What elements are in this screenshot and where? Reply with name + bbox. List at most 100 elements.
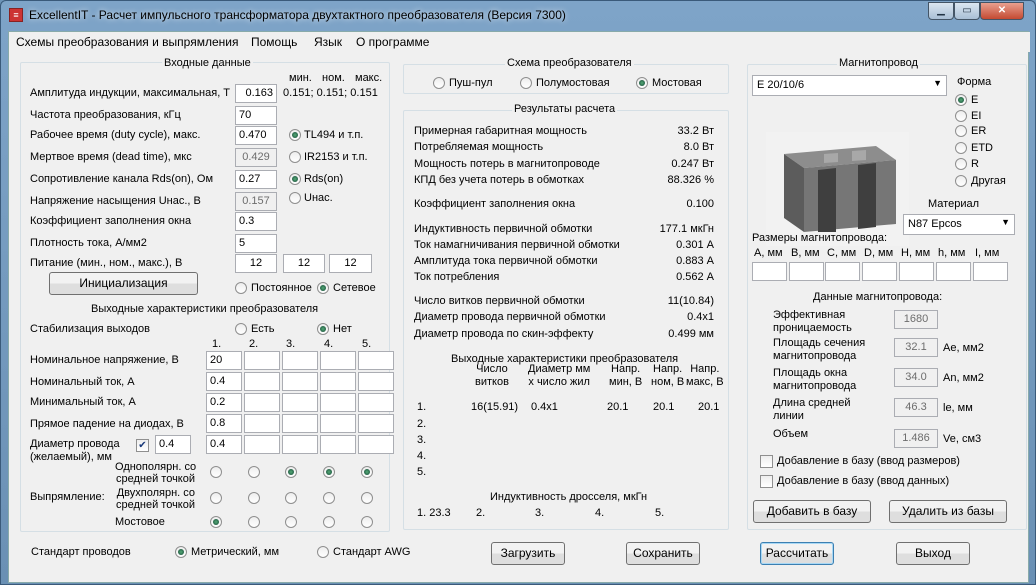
- core-select[interactable]: E 20/10/6 ▼: [752, 75, 947, 96]
- dim-field[interactable]: [862, 262, 897, 281]
- output-min-current-3-field[interactable]: [282, 393, 318, 412]
- output-diode-5-field[interactable]: [358, 414, 394, 433]
- output-current-2-field[interactable]: [244, 372, 280, 391]
- awg-radio[interactable]: [317, 546, 329, 558]
- menu-about[interactable]: О программе: [356, 35, 429, 49]
- output-current-4-field[interactable]: [320, 372, 356, 391]
- supply-nom-field[interactable]: 12: [283, 254, 325, 273]
- duty-field[interactable]: 0.470: [235, 126, 277, 145]
- rect-mode-3-output-5-radio[interactable]: [361, 516, 373, 528]
- add-data-checkbox[interactable]: [760, 475, 773, 488]
- usat-radio[interactable]: [289, 192, 301, 204]
- output-min-current-1-field[interactable]: 0.2: [206, 393, 242, 412]
- maximize-button[interactable]: ▭: [954, 2, 980, 20]
- dim-field[interactable]: [789, 262, 824, 281]
- halfbridge-radio[interactable]: [520, 77, 532, 89]
- form-другая-radio[interactable]: [955, 175, 967, 187]
- output-voltage-5-field[interactable]: [358, 351, 394, 370]
- output-diode-1-field[interactable]: 0.8: [206, 414, 242, 433]
- output-voltage-2-field[interactable]: [244, 351, 280, 370]
- core-data-value[interactable]: 46.3: [894, 398, 938, 417]
- dim-field[interactable]: [936, 262, 971, 281]
- save-button[interactable]: Сохранить: [626, 542, 700, 565]
- core-data-value[interactable]: 34.0: [894, 368, 938, 387]
- rect-mode-1-output-4-radio[interactable]: [323, 466, 335, 478]
- output-min-current-5-field[interactable]: [358, 393, 394, 412]
- metric-radio[interactable]: [175, 546, 187, 558]
- rect-mode-2-output-5-radio[interactable]: [361, 492, 373, 504]
- current-density-field[interactable]: 5: [235, 234, 277, 253]
- bridge-radio[interactable]: [636, 77, 648, 89]
- wire-desired-field[interactable]: 0.4: [155, 435, 191, 454]
- pushpull-radio[interactable]: [433, 77, 445, 89]
- rect-mode-1-output-3-radio[interactable]: [285, 466, 297, 478]
- output-min-current-2-field[interactable]: [244, 393, 280, 412]
- output-wire-4-field[interactable]: [320, 435, 356, 454]
- dim-field[interactable]: [825, 262, 860, 281]
- core-data-value[interactable]: 32.1: [894, 338, 938, 357]
- dc-radio[interactable]: [235, 282, 247, 294]
- load-button[interactable]: Загрузить: [491, 542, 565, 565]
- output-diode-2-field[interactable]: [244, 414, 280, 433]
- rect-mode-3-output-3-radio[interactable]: [285, 516, 297, 528]
- menu-schemes[interactable]: Схемы преобразования и выпрямления: [16, 35, 238, 49]
- output-diode-3-field[interactable]: [282, 414, 318, 433]
- add-dims-checkbox[interactable]: [760, 455, 773, 468]
- rect-mode-1-output-1-radio[interactable]: [210, 466, 222, 478]
- rect-mode-3-output-4-radio[interactable]: [323, 516, 335, 528]
- rect-mode-3-output-2-radio[interactable]: [248, 516, 260, 528]
- output-wire-3-field[interactable]: [282, 435, 318, 454]
- minimize-button[interactable]: ▁: [928, 2, 954, 20]
- stab-yes-radio[interactable]: [235, 323, 247, 335]
- excellentit-icon[interactable]: ≡: [9, 8, 23, 22]
- wire-checkbox[interactable]: ✔: [136, 439, 149, 452]
- material-select[interactable]: N87 Epcos ▼: [903, 214, 1015, 235]
- exit-button[interactable]: Выход: [896, 542, 970, 565]
- output-voltage-1-field[interactable]: 20: [206, 351, 242, 370]
- supply-min-field[interactable]: 12: [235, 254, 277, 273]
- ir2153-radio[interactable]: [289, 151, 301, 163]
- menu-language[interactable]: Язык: [314, 35, 342, 49]
- add-to-db-button[interactable]: Добавить в базу: [753, 500, 871, 523]
- output-voltage-4-field[interactable]: [320, 351, 356, 370]
- rds-field[interactable]: 0.27: [235, 170, 277, 189]
- output-diode-4-field[interactable]: [320, 414, 356, 433]
- output-voltage-3-field[interactable]: [282, 351, 318, 370]
- rds-radio[interactable]: [289, 173, 301, 185]
- rect-mode-1-output-5-radio[interactable]: [361, 466, 373, 478]
- dim-field[interactable]: [752, 262, 787, 281]
- freq-field[interactable]: 70: [235, 106, 277, 125]
- core-data-value[interactable]: 1680: [894, 310, 938, 329]
- rect-mode-1-output-2-radio[interactable]: [248, 466, 260, 478]
- rect-mode-2-output-4-radio[interactable]: [323, 492, 335, 504]
- output-wire-1-field[interactable]: 0.4: [206, 435, 242, 454]
- close-button[interactable]: ✕: [980, 2, 1024, 20]
- tl494-radio[interactable]: [289, 129, 301, 141]
- usat-field[interactable]: 0.157: [235, 192, 277, 211]
- form-er-radio[interactable]: [955, 125, 967, 137]
- calculate-button[interactable]: Рассчитать: [760, 542, 834, 565]
- output-wire-5-field[interactable]: [358, 435, 394, 454]
- stab-no-radio[interactable]: [317, 323, 329, 335]
- dim-field[interactable]: [973, 262, 1008, 281]
- dim-field[interactable]: [899, 262, 934, 281]
- output-current-1-field[interactable]: 0.4: [206, 372, 242, 391]
- supply-max-field[interactable]: 12: [329, 254, 372, 273]
- output-wire-2-field[interactable]: [244, 435, 280, 454]
- output-current-5-field[interactable]: [358, 372, 394, 391]
- form-e-radio[interactable]: [955, 94, 967, 106]
- fill-field[interactable]: 0.3: [235, 212, 277, 231]
- remove-from-db-button[interactable]: Удалить из базы: [889, 500, 1007, 523]
- rect-mode-2-output-1-radio[interactable]: [210, 492, 222, 504]
- rect-mode-3-output-1-radio[interactable]: [210, 516, 222, 528]
- form-ei-radio[interactable]: [955, 110, 967, 122]
- form-etd-radio[interactable]: [955, 142, 967, 154]
- form-r-radio[interactable]: [955, 158, 967, 170]
- output-current-3-field[interactable]: [282, 372, 318, 391]
- init-button[interactable]: Инициализация: [49, 272, 198, 295]
- title-bar[interactable]: ≡ ExcellentIT - Расчет импульсного транс…: [1, 1, 1036, 31]
- rect-mode-2-output-3-radio[interactable]: [285, 492, 297, 504]
- menu-help[interactable]: Помощь: [251, 35, 297, 49]
- mains-radio[interactable]: [317, 282, 329, 294]
- dead-field[interactable]: 0.429: [235, 148, 277, 167]
